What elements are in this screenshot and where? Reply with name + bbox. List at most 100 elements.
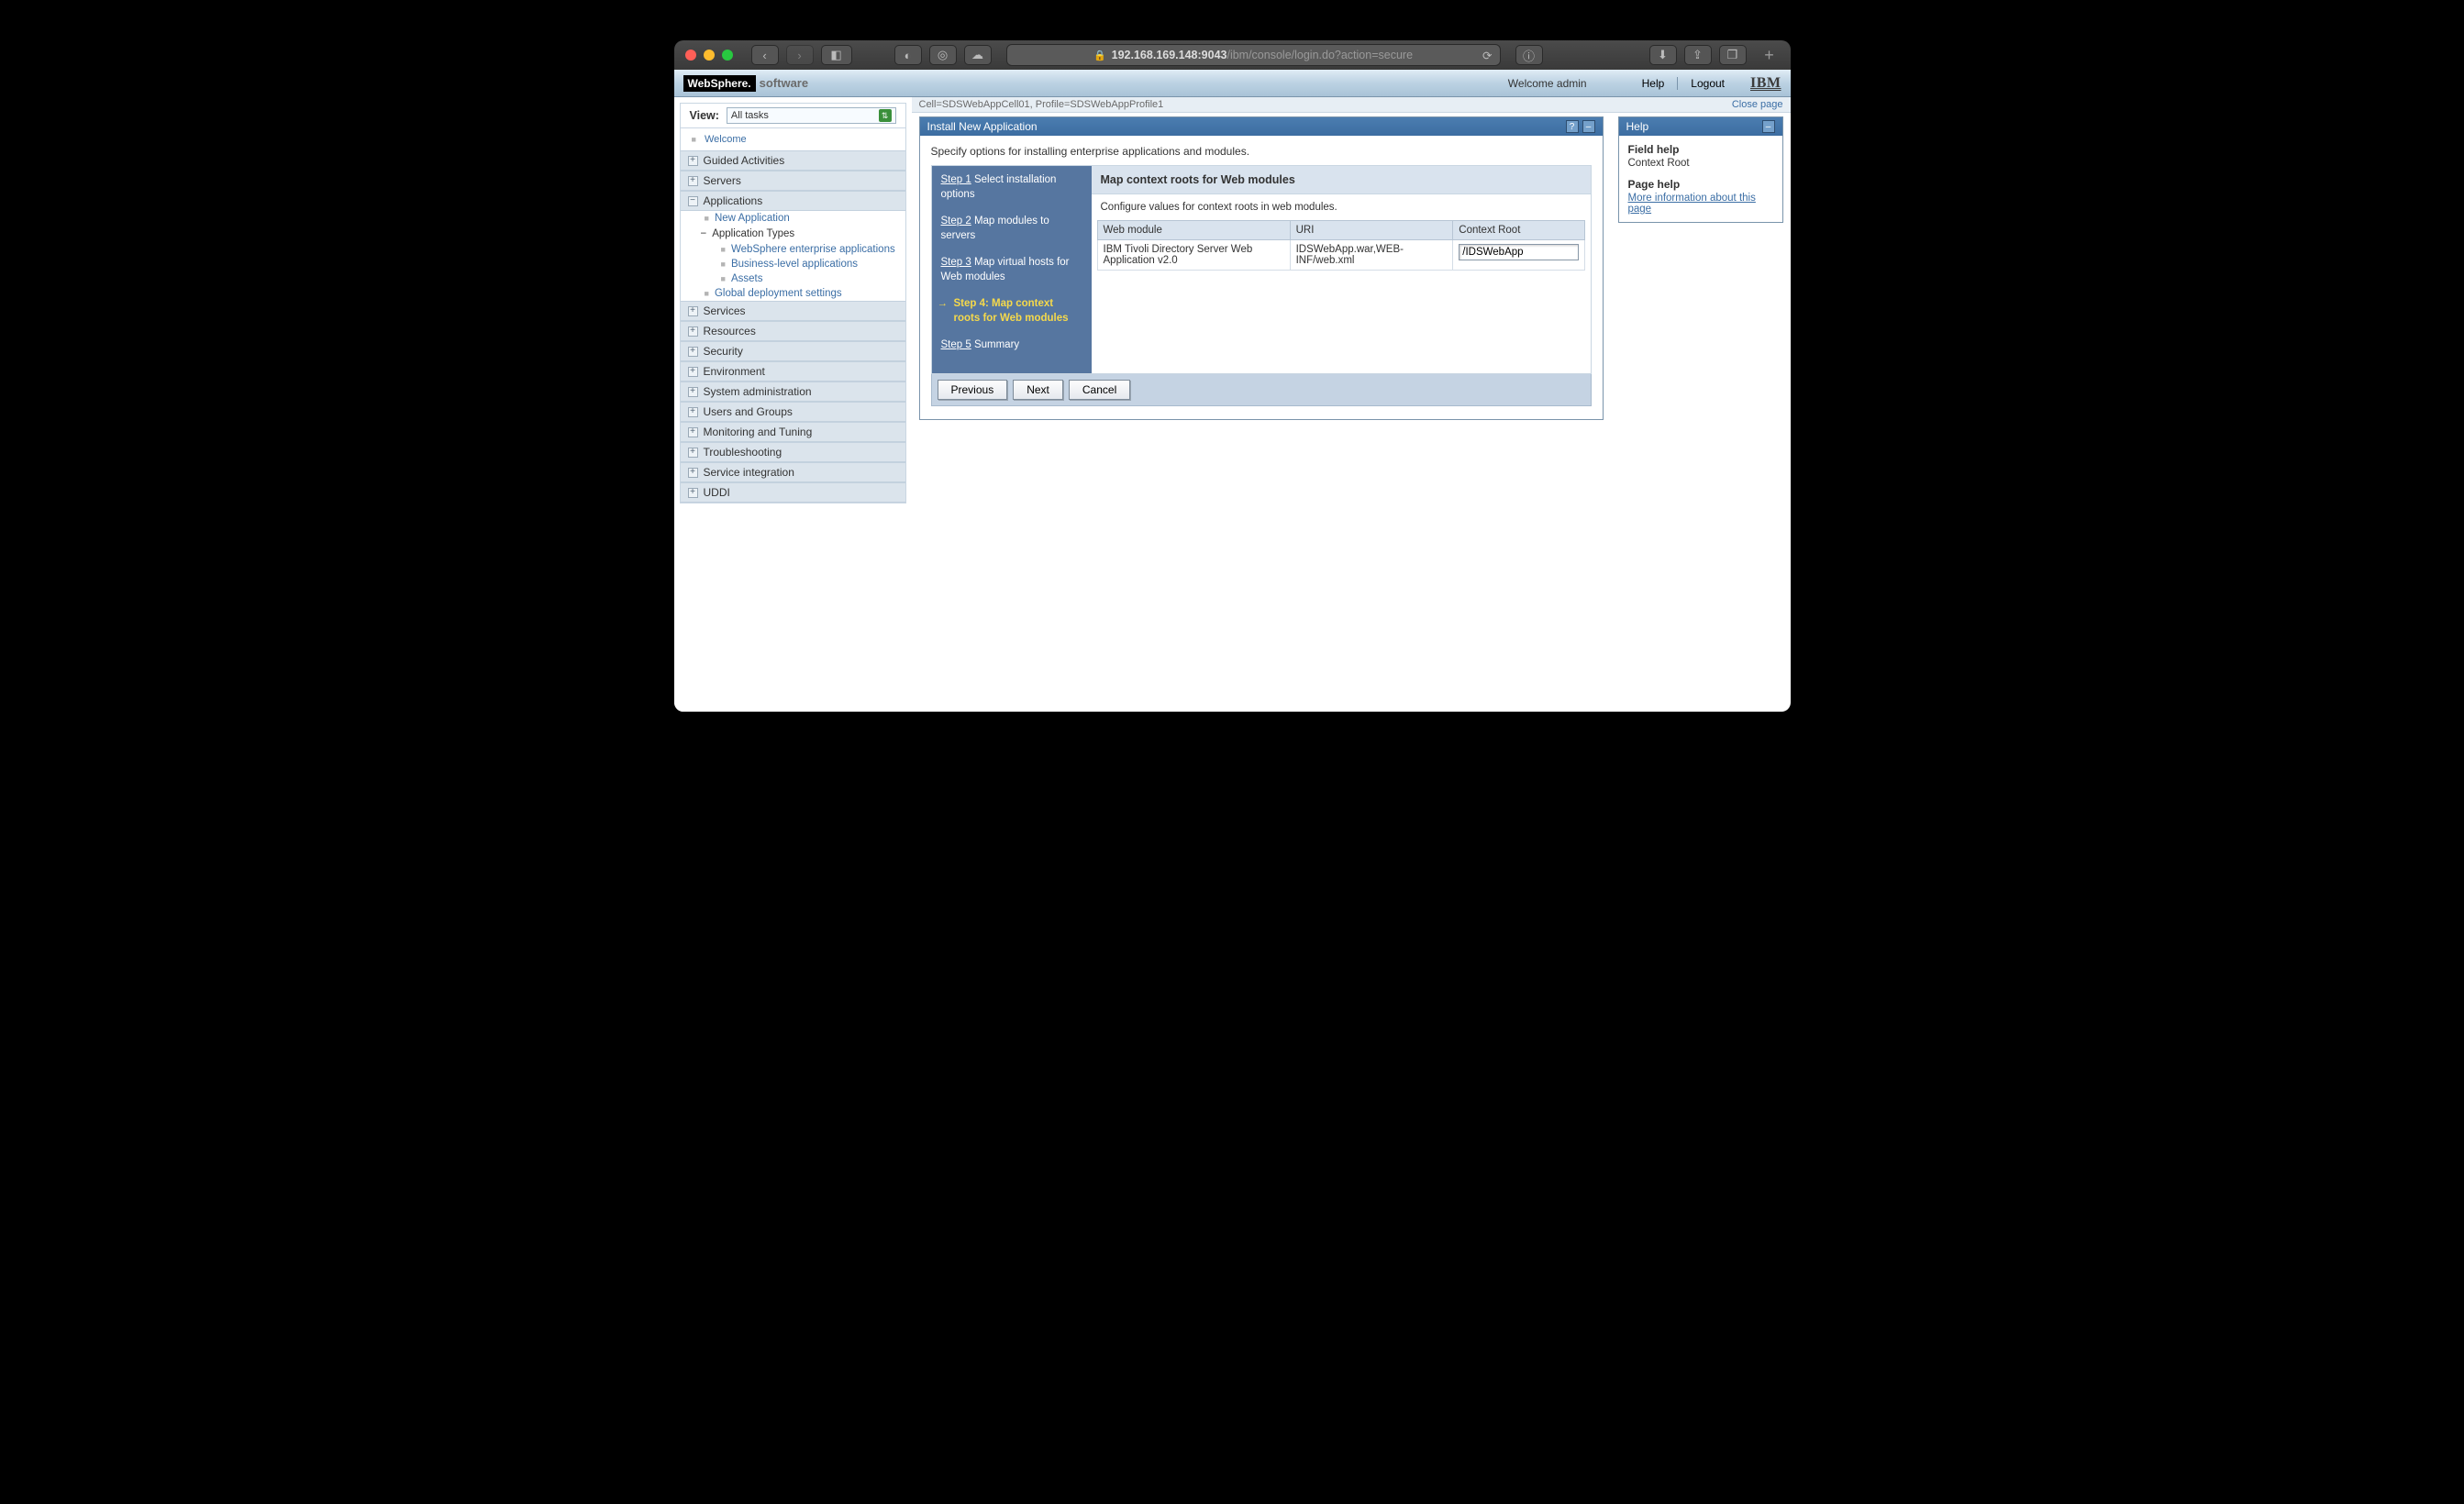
plus-icon: + — [688, 347, 698, 357]
cloud-icon[interactable]: ☁ — [964, 45, 992, 65]
info-icon[interactable]: ⓘ — [1515, 45, 1543, 65]
nav-cat-troubleshoot[interactable]: +Troubleshooting — [681, 442, 905, 462]
help-icon[interactable]: ? — [1566, 120, 1579, 133]
new-tab-button[interactable]: + — [1759, 46, 1780, 65]
logout-link[interactable]: Logout — [1691, 77, 1725, 90]
nav-cat-environment[interactable]: +Environment — [681, 361, 905, 382]
breadcrumb: Cell=SDSWebAppCell01, Profile=SDSWebAppP… — [912, 97, 1791, 113]
lock-icon: 🔒 — [1093, 50, 1106, 61]
plus-icon: + — [688, 448, 698, 458]
brand-black: WebSphere. — [683, 75, 756, 92]
websphere-console: WebSphere. software Welcome admin Help L… — [674, 70, 1791, 712]
plus-icon: + — [688, 427, 698, 437]
fullscreen-window-icon[interactable] — [722, 50, 733, 61]
sidebar-toggle-icon[interactable]: ◧ — [821, 45, 852, 65]
chevron-updown-icon: ⇅ — [879, 109, 892, 122]
console-header: WebSphere. software Welcome admin Help L… — [674, 70, 1791, 97]
plus-icon: + — [688, 176, 698, 186]
cell-uri: IDSWebApp.war,WEB-INF/web.xml — [1290, 240, 1453, 271]
step-5[interactable]: Step 5 Summary — [941, 338, 1082, 353]
nav-cat-guided[interactable]: +Guided Activities — [681, 150, 905, 171]
back-button[interactable]: ‹ — [751, 45, 779, 65]
nav-cat-service-int[interactable]: +Service integration — [681, 462, 905, 482]
col-context-root: Context Root — [1453, 221, 1584, 240]
nav-business-level-apps: ■Business-level applications — [681, 257, 905, 271]
wizard-steps: Step 1 Select installation options Step … — [932, 166, 1092, 373]
nav-cat-services[interactable]: +Services — [681, 301, 905, 321]
col-web-module: Web module — [1097, 221, 1290, 240]
wizard-body: Map context roots for Web modules Config… — [1092, 166, 1591, 373]
minimize-icon[interactable]: – — [1582, 120, 1595, 133]
nav-cat-monitoring[interactable]: +Monitoring and Tuning — [681, 422, 905, 442]
minimize-icon[interactable]: – — [1762, 120, 1775, 133]
view-selector-row: View: All tasks ⇅ — [681, 104, 905, 128]
table-row: IBM Tivoli Directory Server Web Applicat… — [1097, 240, 1584, 271]
cell-profile-text: Cell=SDSWebAppCell01, Profile=SDSWebAppP… — [919, 99, 1164, 110]
plus-icon: + — [688, 488, 698, 498]
minus-icon: − — [688, 196, 698, 206]
nav-cat-security[interactable]: +Security — [681, 341, 905, 361]
wizard-body-title: Map context roots for Web modules — [1092, 166, 1591, 194]
nav-welcome: ■ Welcome — [681, 128, 905, 150]
nav-new-application: ■New Application — [681, 211, 905, 226]
url-path: /ibm/console/login.do?action=secure — [1226, 49, 1413, 61]
nav-assets: ■Assets — [681, 271, 905, 286]
view-select-value: All tasks — [731, 110, 769, 121]
page-help-label: Page help — [1628, 178, 1773, 191]
help-panel-title: Help – — [1619, 117, 1782, 136]
wizard-buttons: Previous Next Cancel — [931, 374, 1592, 406]
header-help-link[interactable]: Help — [1642, 77, 1665, 90]
nav-cat-uddi[interactable]: +UDDI — [681, 482, 905, 503]
tabs-icon[interactable]: ❐ — [1719, 45, 1747, 65]
plus-icon: + — [688, 156, 698, 166]
wizard: Step 1 Select installation options Step … — [931, 165, 1592, 374]
field-help-value: Context Root — [1628, 158, 1773, 169]
nav-cat-applications[interactable]: −Applications — [681, 191, 905, 211]
cancel-button[interactable]: Cancel — [1069, 380, 1130, 400]
nav-cat-resources[interactable]: +Resources — [681, 321, 905, 341]
step-2[interactable]: Step 2 Map modules to servers — [941, 215, 1082, 243]
context-root-input[interactable] — [1459, 244, 1578, 260]
view-select[interactable]: All tasks ⇅ — [727, 107, 896, 124]
nav-welcome-link[interactable]: Welcome — [705, 134, 747, 145]
close-window-icon[interactable] — [685, 50, 696, 61]
previous-button[interactable]: Previous — [938, 380, 1008, 400]
plus-icon: + — [688, 387, 698, 397]
browser-toolbar: ‹ › ◧ ◐ ◎ ☁ 🔒 192.168.169.148:9043/ibm/c… — [674, 40, 1791, 70]
field-help-label: Field help — [1628, 143, 1773, 156]
nav-global-deploy: ■Global deployment settings — [681, 286, 905, 301]
privacy-report-icon[interactable]: ◐ — [894, 45, 922, 65]
page-help-link[interactable]: More information about this page — [1628, 193, 1756, 215]
brand: WebSphere. software — [683, 75, 809, 92]
window-controls — [685, 50, 733, 61]
brand-grey: software — [760, 76, 808, 90]
view-label: View: — [690, 109, 719, 122]
install-panel-title: Install New Application ? – — [920, 117, 1603, 136]
forward-button[interactable]: › — [786, 45, 814, 65]
reload-icon[interactable]: ⟳ — [1482, 49, 1492, 62]
nav-ws-enterprise-apps: ■WebSphere enterprise applications — [681, 242, 905, 257]
close-page-link[interactable]: Close page — [1732, 99, 1783, 110]
nav-cat-users[interactable]: +Users and Groups — [681, 402, 905, 422]
plus-icon: + — [688, 407, 698, 417]
main-content: Cell=SDSWebAppCell01, Profile=SDSWebAppP… — [912, 97, 1791, 712]
url-bar[interactable]: 🔒 192.168.169.148:9043/ibm/console/login… — [1006, 44, 1501, 66]
downloads-icon[interactable]: ⬇ — [1649, 45, 1677, 65]
install-description: Specify options for installing enterpris… — [931, 145, 1592, 158]
left-nav: View: All tasks ⇅ ■ Welcome +Guided Acti… — [674, 97, 912, 712]
plus-icon: + — [688, 326, 698, 337]
next-button[interactable]: Next — [1013, 380, 1063, 400]
step-1[interactable]: Step 1 Select installation options — [941, 173, 1082, 202]
nav-application-types[interactable]: −Application Types — [701, 226, 905, 242]
minimize-window-icon[interactable] — [704, 50, 715, 61]
cell-web-module: IBM Tivoli Directory Server Web Applicat… — [1097, 240, 1290, 271]
plus-icon: + — [688, 367, 698, 377]
col-uri: URI — [1290, 221, 1453, 240]
nav-cat-servers[interactable]: +Servers — [681, 171, 905, 191]
url-host: 192.168.169.148:9043 — [1112, 49, 1227, 61]
step-3[interactable]: Step 3 Map virtual hosts for Web modules — [941, 256, 1082, 284]
share-icon[interactable]: ⇪ — [1684, 45, 1712, 65]
extensions-icon[interactable]: ◎ — [929, 45, 957, 65]
help-panel: Help – Field help Context Root Page help… — [1618, 116, 1783, 223]
nav-cat-sysadmin[interactable]: +System administration — [681, 382, 905, 402]
